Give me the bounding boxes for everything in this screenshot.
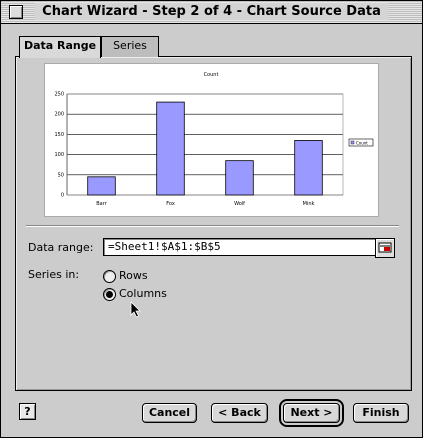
columns-radio-label[interactable]: Columns: [119, 287, 167, 300]
help-button[interactable]: ?: [19, 403, 36, 420]
y-tick-label: 150: [54, 132, 64, 138]
arrow-cursor-icon: [130, 301, 141, 318]
series-in-label: Series in:: [28, 268, 80, 281]
chart-preview: Count 0 50 100 150 200 250 Barr Fox Wolf Mink Co…: [44, 63, 379, 217]
separator-top: [26, 225, 399, 227]
rows-radio[interactable]: [103, 270, 116, 283]
rows-radio-label[interactable]: Rows: [119, 269, 148, 282]
x-tick-label: Fox: [166, 201, 175, 207]
cancel-button[interactable]: Cancel: [142, 403, 197, 423]
back-button[interactable]: < Back: [211, 403, 268, 423]
chart-wizard-dialog: Chart Wizard - Step 2 of 4 - Chart Sourc…: [0, 0, 423, 438]
chart-title: Count: [204, 72, 219, 78]
x-tick-label: Wolf: [234, 201, 245, 207]
x-tick-label: Barr: [96, 201, 107, 207]
collapse-dialog-icon[interactable]: [375, 238, 395, 258]
close-box-icon[interactable]: [9, 5, 23, 19]
y-tick-label: 100: [54, 152, 64, 158]
title-bar[interactable]: Chart Wizard - Step 2 of 4 - Chart Sourc…: [1, 1, 422, 24]
tab-series[interactable]: Series: [101, 36, 159, 57]
finish-button[interactable]: Finish: [353, 403, 409, 423]
collapse-dialog-glyph: [378, 242, 392, 253]
y-tick-label: 0: [61, 193, 64, 199]
data-range-panel: Count 0 50 100 150 200 250 Barr Fox Wolf Mink Co…: [15, 56, 412, 391]
legend-label: Count: [356, 141, 368, 146]
bar: [87, 176, 116, 196]
data-range-input[interactable]: =Sheet1!$A$1:$B$5: [103, 238, 383, 256]
y-tick-label: 50: [58, 172, 64, 178]
bar: [156, 101, 185, 196]
tab-data-range[interactable]: Data Range: [19, 36, 101, 58]
data-range-label: Data range:: [28, 241, 94, 254]
columns-radio[interactable]: [103, 288, 116, 301]
window-title: Chart Wizard - Step 2 of 4 - Chart Sourc…: [34, 3, 389, 20]
bar: [294, 140, 323, 196]
legend-swatch: [350, 140, 355, 145]
next-button[interactable]: Next >: [279, 399, 344, 427]
chart-svg: Count 0 50 100 150 200 250 Barr Fox Wolf Mink Co…: [54, 72, 374, 207]
y-tick-label: 200: [54, 112, 64, 118]
bar: [225, 160, 254, 196]
x-tick-label: Mink: [303, 201, 315, 207]
y-tick-label: 250: [54, 92, 64, 98]
